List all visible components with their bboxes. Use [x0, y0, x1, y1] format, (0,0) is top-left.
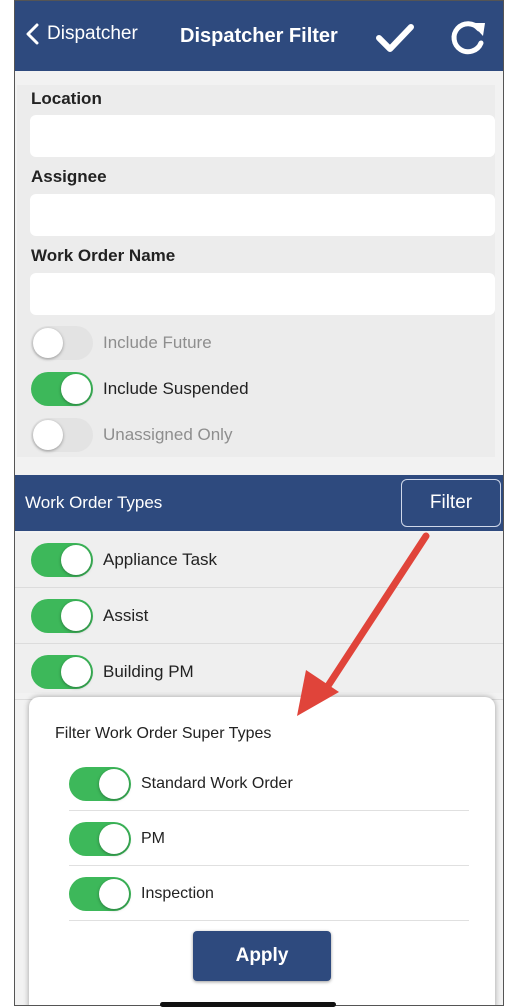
- assignee-input[interactable]: [30, 194, 495, 236]
- unassigned-only-toggle[interactable]: [31, 418, 93, 452]
- include-suspended-toggle[interactable]: [31, 372, 93, 406]
- unassigned-only-row: Unassigned Only: [31, 418, 232, 452]
- list-item: PM: [69, 812, 469, 866]
- standard-work-order-label: Standard Work Order: [141, 775, 293, 792]
- inspection-label: Inspection: [141, 885, 214, 902]
- pm-toggle[interactable]: [69, 822, 131, 856]
- include-future-toggle[interactable]: [31, 326, 93, 360]
- appliance-task-row: Appliance Task: [31, 543, 217, 577]
- inspection-toggle[interactable]: [69, 877, 131, 911]
- location-label: Location: [31, 89, 102, 108]
- assist-toggle[interactable]: [31, 599, 93, 633]
- building-pm-toggle[interactable]: [31, 655, 93, 689]
- appliance-task-toggle[interactable]: [31, 543, 93, 577]
- assignee-label: Assignee: [31, 167, 107, 186]
- building-pm-label: Building PM: [103, 662, 194, 681]
- filter-form: Location Assignee Work Order Name Includ…: [17, 85, 495, 457]
- list-item: Appliance Task: [15, 533, 503, 588]
- assist-row: Assist: [31, 599, 148, 633]
- list-item: Inspection: [69, 867, 469, 921]
- super-types-dialog: Filter Work Order Super Types Standard W…: [29, 697, 495, 1005]
- back-button[interactable]: Dispatcher: [25, 23, 138, 45]
- nav-header: Dispatcher Dispatcher Filter: [15, 1, 503, 71]
- standard-work-order-toggle[interactable]: [69, 767, 131, 801]
- work-order-name-label: Work Order Name: [31, 246, 176, 265]
- building-pm-row: Building PM: [31, 655, 194, 689]
- include-future-label: Include Future: [103, 333, 212, 352]
- home-indicator: [160, 1002, 336, 1007]
- work-order-types-header: Work Order Types Filter: [15, 475, 503, 531]
- filter-button[interactable]: Filter: [401, 479, 501, 527]
- section-title: Work Order Types: [25, 493, 163, 512]
- work-order-name-input[interactable]: [30, 273, 495, 315]
- checkmark-icon[interactable]: [375, 23, 415, 53]
- standard-work-order-row: Standard Work Order: [69, 767, 293, 801]
- list-item: Assist: [15, 589, 503, 644]
- inspection-row: Inspection: [69, 877, 214, 911]
- chevron-left-icon: [26, 23, 39, 45]
- pm-row: PM: [69, 822, 165, 856]
- assist-label: Assist: [103, 606, 149, 625]
- dialog-title: Filter Work Order Super Types: [55, 725, 272, 742]
- include-suspended-label: Include Suspended: [103, 379, 249, 398]
- back-label: Dispatcher: [47, 23, 138, 44]
- refresh-icon[interactable]: [449, 19, 487, 57]
- list-item: Standard Work Order: [69, 757, 469, 811]
- location-input[interactable]: [30, 115, 495, 157]
- appliance-task-label: Appliance Task: [103, 550, 218, 569]
- include-future-row: Include Future: [31, 326, 212, 360]
- include-suspended-row: Include Suspended: [31, 372, 249, 406]
- apply-button[interactable]: Apply: [193, 931, 331, 981]
- work-order-types-list: Appliance Task Assist Building PM: [15, 533, 503, 700]
- pm-label: PM: [141, 830, 165, 847]
- unassigned-only-label: Unassigned Only: [103, 425, 233, 444]
- list-item: Building PM: [15, 645, 503, 700]
- page-title: Dispatcher Filter: [180, 25, 338, 47]
- app-screen: Dispatcher Dispatcher Filter Location As…: [14, 0, 504, 1006]
